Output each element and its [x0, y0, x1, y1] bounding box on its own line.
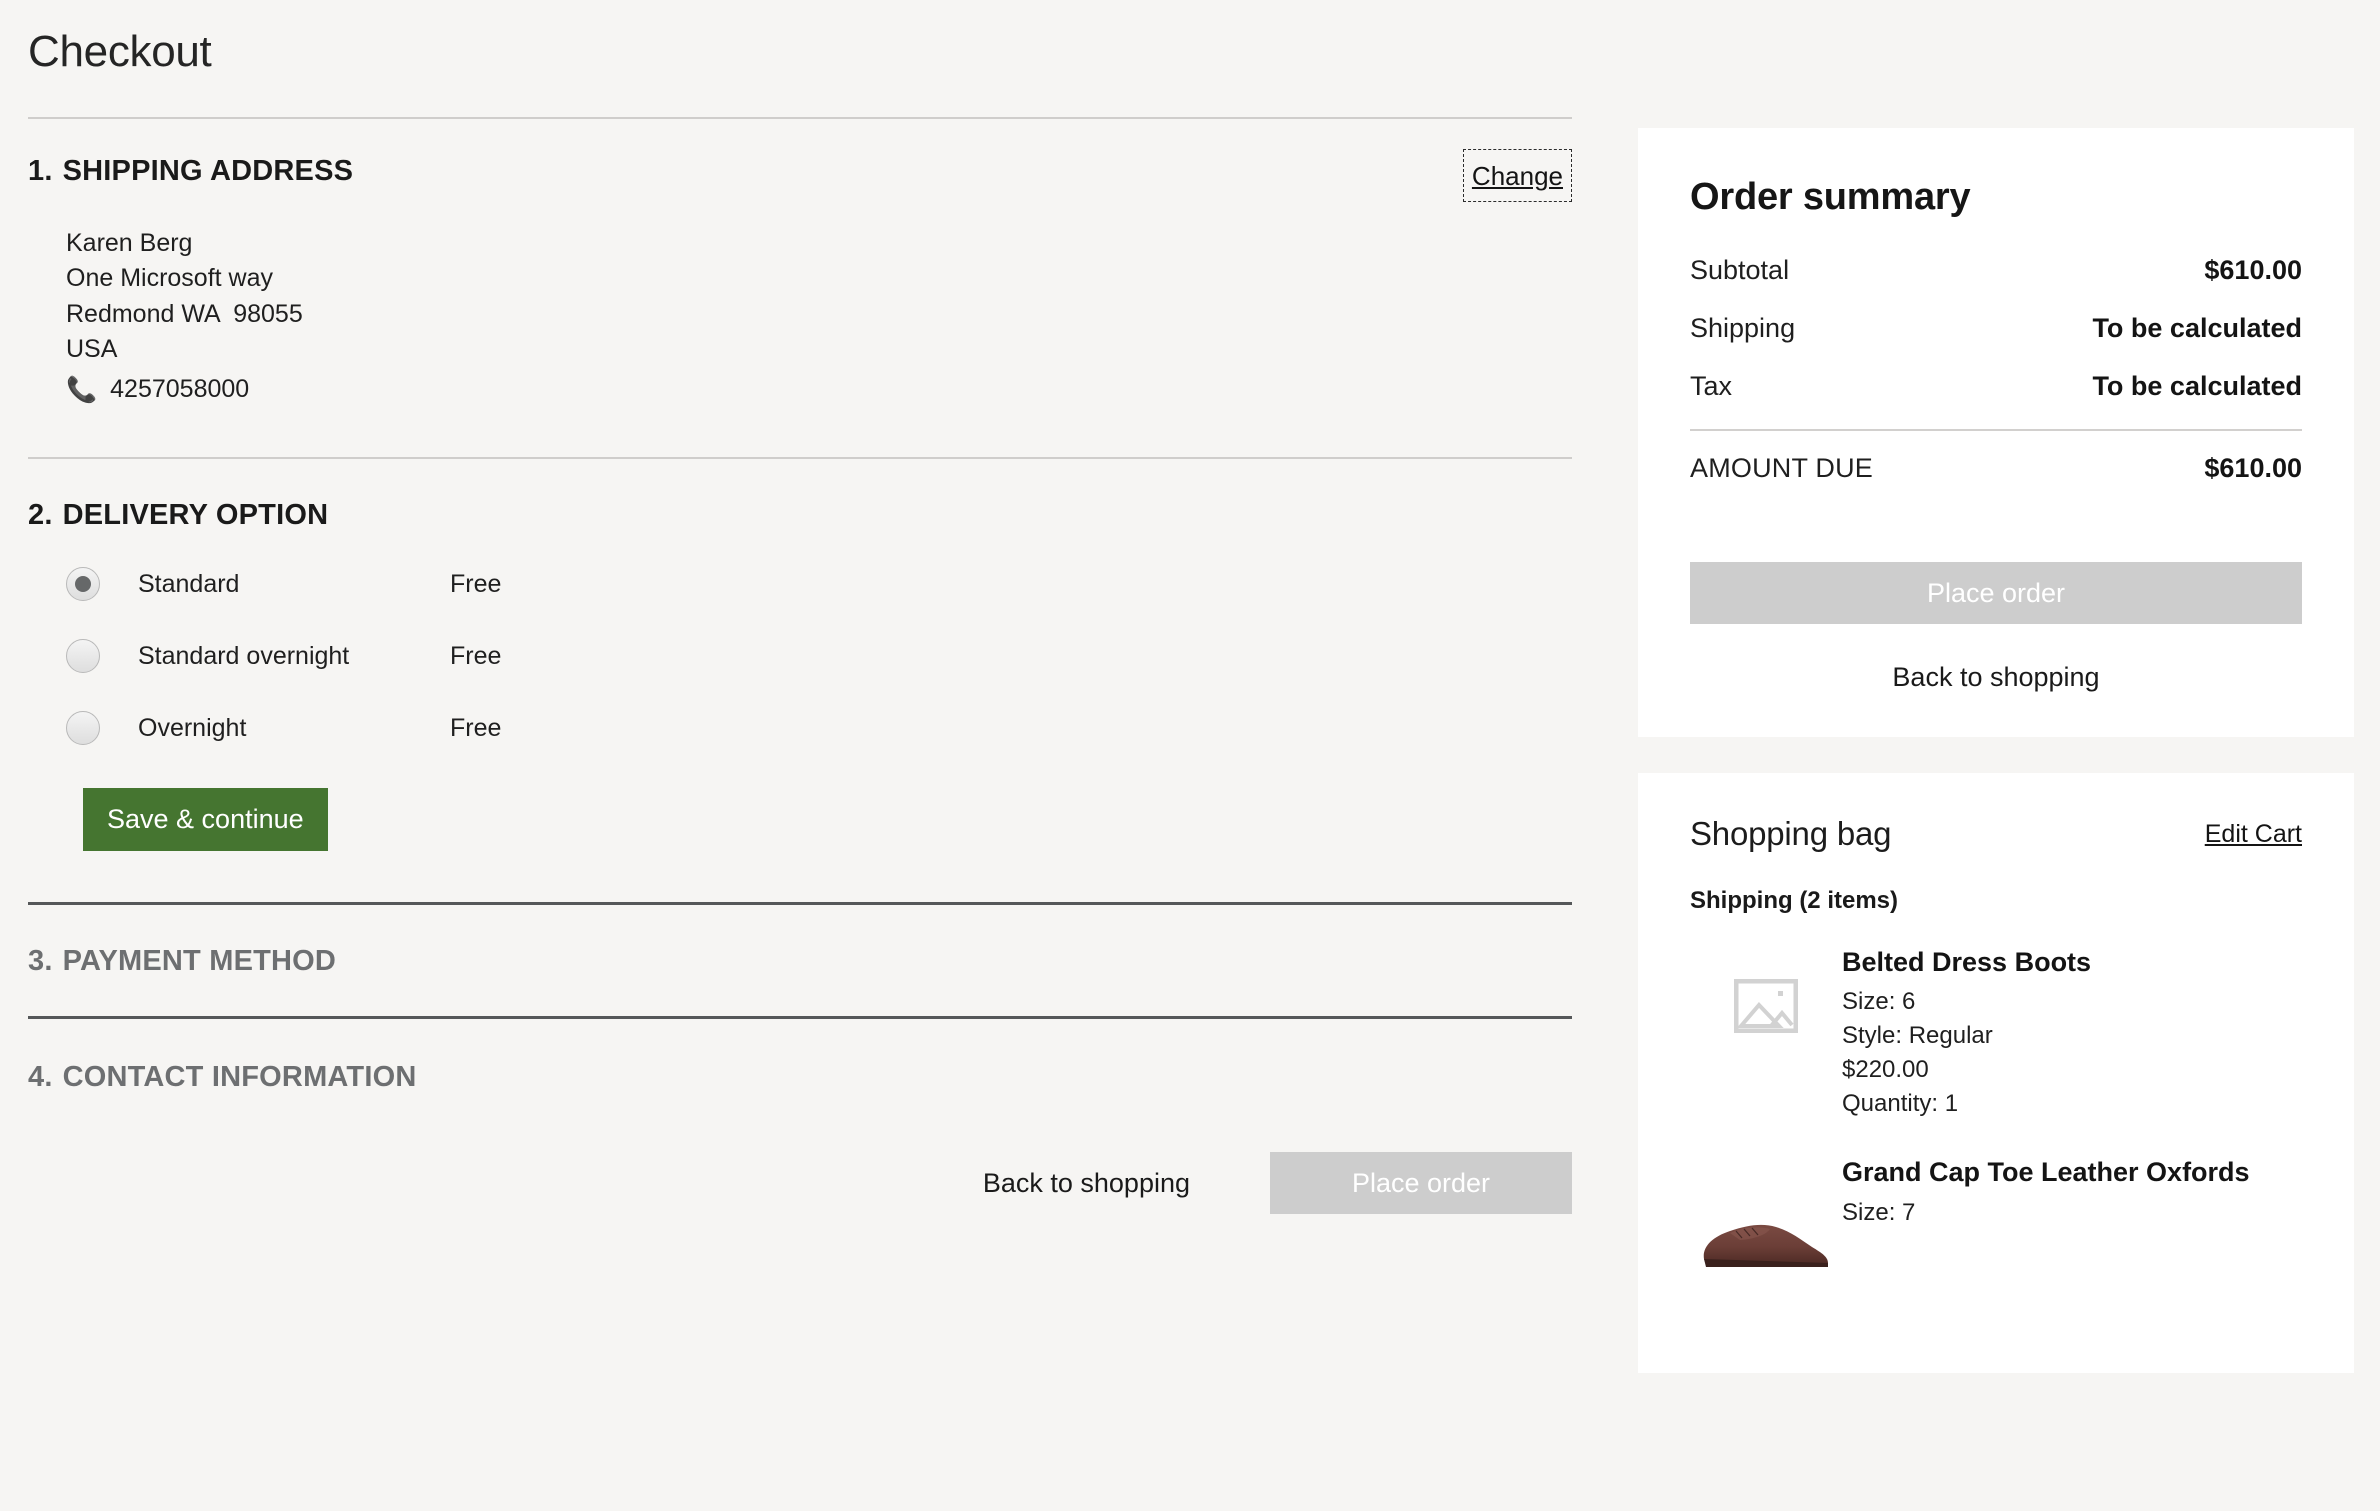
product-size: Size: 6: [1842, 988, 1916, 1016]
back-to-shopping-link-sidebar[interactable]: Back to shopping: [1690, 662, 2302, 693]
checkout-sidebar: Order summary Subtotal $610.00 Shipping …: [1638, 0, 2354, 1511]
summary-row-tax: Tax To be calculated: [1690, 371, 2302, 402]
place-order-button-sidebar: Place order: [1690, 562, 2302, 624]
list-item[interactable]: Belted Dress Boots Size: 6 Style: Regula…: [1690, 945, 2302, 1121]
checkout-main-column: Checkout 1. SHIPPING ADDRESS Change Kare…: [0, 0, 1600, 1511]
section-number: 4.: [28, 1061, 53, 1094]
summary-value: To be calculated: [2092, 313, 2302, 343]
delivery-option-overnight[interactable]: Overnight Free: [28, 702, 1572, 754]
divider-above-amount-due: [1690, 429, 2302, 431]
product-thumbnail: [1690, 945, 1842, 1033]
delivery-option-standard[interactable]: Standard Free: [28, 558, 1572, 610]
save-and-continue-button[interactable]: Save & continue: [83, 788, 328, 852]
order-summary-title: Order summary: [1690, 176, 1971, 218]
delivery-option-label: Standard: [138, 569, 240, 598]
checkout-bottom-actions: Back to shopping Place order: [28, 1152, 1572, 1215]
delivery-option-standard-overnight[interactable]: Standard overnight Free: [28, 630, 1572, 682]
delivery-option-heading: 2. DELIVERY OPTION: [28, 499, 1572, 532]
back-to-shopping-link[interactable]: Back to shopping: [983, 1168, 1190, 1199]
summary-row-subtotal: Subtotal $610.00: [1690, 255, 2302, 286]
summary-label: Shipping: [1690, 313, 1796, 343]
shopping-bag-group-label: Shipping (2 items): [1690, 887, 1899, 914]
summary-value: $610.00: [2204, 255, 2302, 285]
payment-method-heading: 3. PAYMENT METHOD: [28, 945, 1572, 978]
product-info: Belted Dress Boots Size: 6 Style: Regula…: [1842, 945, 2302, 1121]
delivery-option-label: Standard overnight: [138, 641, 350, 670]
address-phone: 4257058000: [110, 374, 250, 403]
checkout-page: Checkout 1. SHIPPING ADDRESS Change Kare…: [0, 0, 2380, 1511]
section-number: 3.: [28, 945, 53, 978]
product-price: $220.00: [1842, 1056, 1929, 1084]
address-name: Karen Berg: [66, 228, 193, 257]
section-number: 2.: [28, 499, 53, 532]
edit-cart-link[interactable]: Edit Cart: [2205, 820, 2302, 849]
product-info: Grand Cap Toe Leather Oxfords Size: 7: [1842, 1155, 2302, 1229]
summary-total-value: $610.00: [2204, 453, 2302, 483]
product-thumbnail: [1690, 1155, 1842, 1275]
summary-label: Tax: [1690, 371, 1733, 401]
section-label: CONTACT INFORMATION: [62, 1061, 417, 1094]
address-country: USA: [66, 335, 118, 364]
address-phone-row: 📞 4257058000: [66, 372, 1572, 408]
shopping-bag-panel: Shopping bag Edit Cart Shipping (2 items…: [1638, 773, 2354, 1373]
product-name: Grand Cap Toe Leather Oxfords: [1842, 1157, 2250, 1188]
product-style: Style: Regular: [1842, 1022, 1993, 1050]
place-order-button: Place order: [1270, 1152, 1572, 1215]
change-address-button[interactable]: Change: [1462, 148, 1572, 202]
section-shipping-address: 1. SHIPPING ADDRESS Change Karen Berg On…: [28, 119, 1572, 458]
summary-value: To be calculated: [2092, 371, 2302, 401]
page-title: Checkout: [28, 27, 212, 76]
delivery-option-price: Free: [450, 569, 502, 598]
phone-icon: 📞: [66, 376, 98, 405]
product-name: Belted Dress Boots: [1842, 947, 2092, 977]
broken-image-placeholder-icon: [1734, 979, 1798, 1033]
address-street: One Microsoft way: [66, 264, 274, 293]
order-summary-panel: Order summary Subtotal $610.00 Shipping …: [1638, 128, 2354, 737]
oxford-shoe-image: [1703, 1225, 1828, 1268]
list-item[interactable]: Grand Cap Toe Leather Oxfords Size: 7: [1690, 1155, 2302, 1275]
shipping-address-block: Karen Berg One Microsoft way Redmond WA …: [66, 226, 1572, 408]
product-size: Size: 7: [1842, 1198, 1916, 1226]
radio-standard-overnight[interactable]: [66, 639, 100, 674]
delivery-option-label: Overnight: [138, 713, 247, 742]
shopping-bag-header: Shopping bag Edit Cart: [1690, 815, 2302, 853]
shipping-address-heading: 1. SHIPPING ADDRESS: [28, 155, 1572, 188]
section-delivery-option: 2. DELIVERY OPTION Standard Free Standar…: [28, 459, 1572, 902]
product-quantity: Quantity: 1: [1842, 1090, 1959, 1118]
section-number: 1.: [28, 154, 53, 187]
summary-row-amount-due: AMOUNT DUE $610.00: [1690, 453, 2302, 484]
summary-row-shipping: Shipping To be calculated: [1690, 313, 2302, 344]
section-contact-information: 4. CONTACT INFORMATION: [28, 1019, 1572, 1094]
contact-information-heading: 4. CONTACT INFORMATION: [28, 1061, 1572, 1094]
section-label: PAYMENT METHOD: [62, 945, 337, 978]
address-city-state-zip: Redmond WA 98055: [66, 299, 303, 328]
section-label: SHIPPING ADDRESS: [62, 154, 354, 187]
summary-label: Subtotal: [1690, 255, 1790, 285]
section-payment-method: 3. PAYMENT METHOD: [28, 905, 1572, 1016]
delivery-option-price: Free: [450, 641, 502, 670]
radio-overnight[interactable]: [66, 711, 100, 746]
delivery-option-list: Standard Free Standard overnight Free Ov…: [28, 558, 1572, 754]
product-image-wrap: [1690, 1155, 1842, 1275]
summary-total-label: AMOUNT DUE: [1690, 453, 1874, 483]
shopping-bag-title: Shopping bag: [1690, 815, 1892, 852]
delivery-option-price: Free: [450, 713, 502, 742]
radio-standard[interactable]: [66, 567, 100, 602]
section-label: DELIVERY OPTION: [62, 499, 329, 532]
